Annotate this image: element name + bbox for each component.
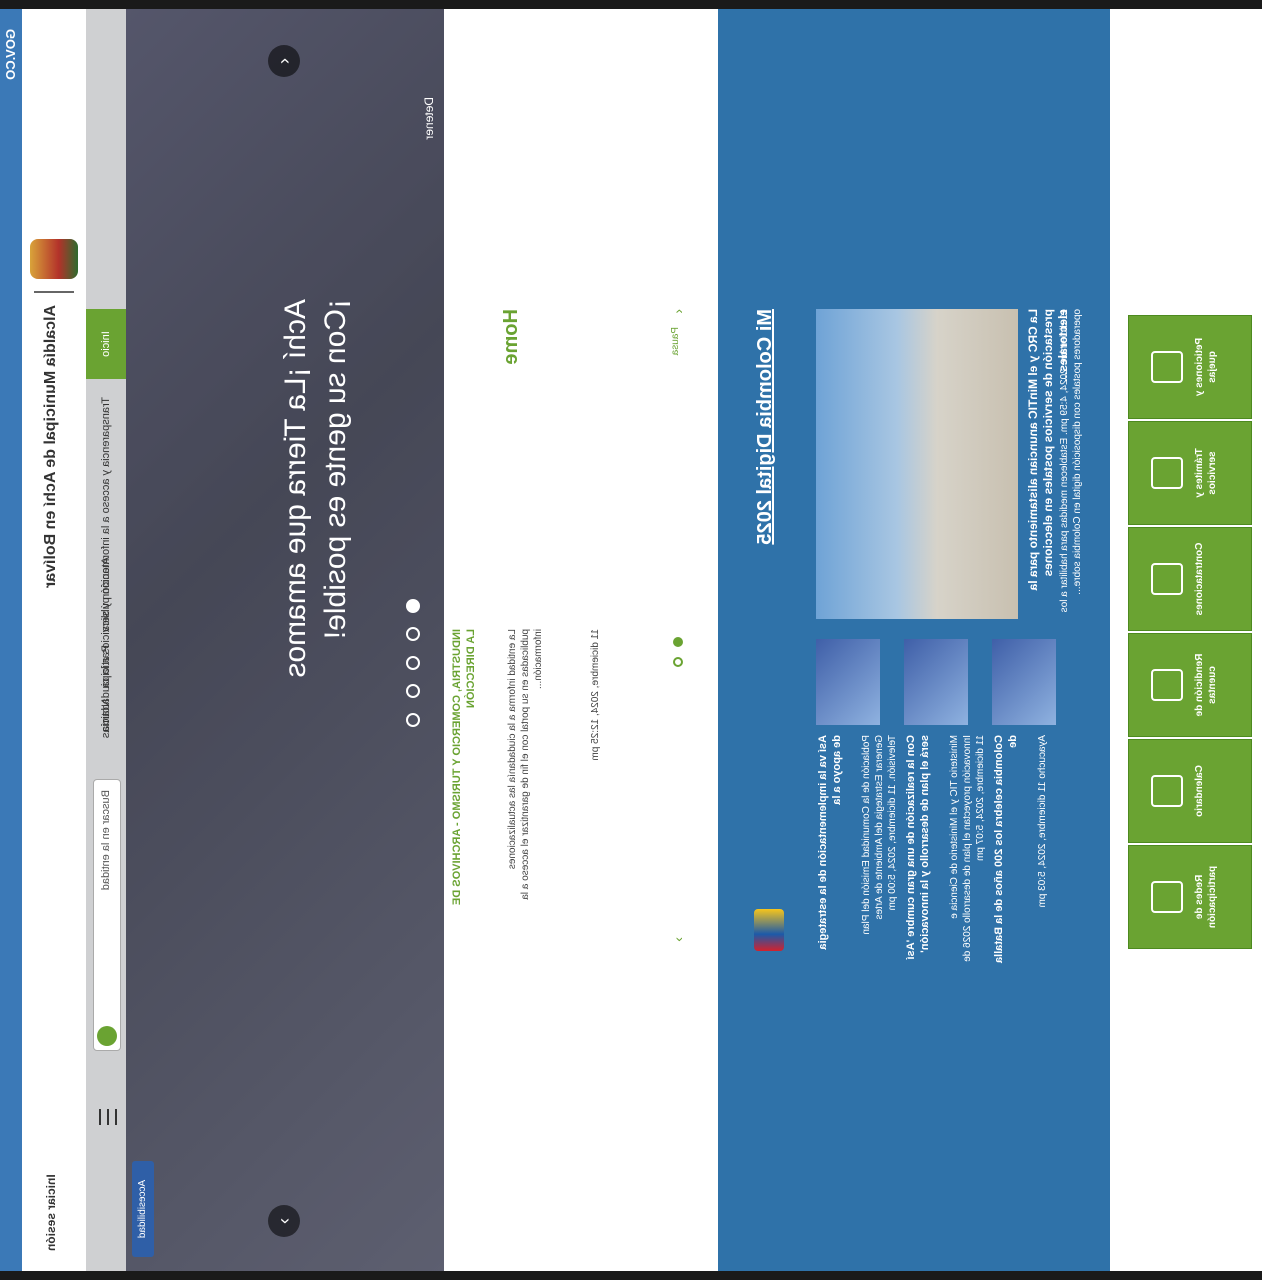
news-section-title: Home [500, 309, 522, 365]
service-tile-peticiones[interactable]: Peticiones y quejas [1128, 315, 1252, 419]
service-label: Trámites y servicios [1194, 448, 1218, 498]
login-link[interactable]: Iniciar sesión [44, 1174, 58, 1251]
card-title[interactable]: Así va la implementación de la estrategi… [816, 735, 844, 965]
card-body: Ayacucho 11 diciembre, 2024, 5:03 pm [1037, 735, 1048, 908]
gov-logo[interactable]: GOV.CO [3, 29, 18, 80]
card-thumbnail[interactable] [816, 639, 880, 725]
hero-headline-line2: ¡Con su gente es posible! [319, 299, 352, 640]
hero-headline: Achí ¡La Tierra que amamos ¡Con su gente… [276, 299, 356, 678]
brand-divider [34, 291, 74, 293]
news-pause-button[interactable]: Pausa [670, 327, 681, 355]
service-tile-redes[interactable]: Redes de participación [1128, 845, 1252, 949]
hero-carousel: Achí ¡La Tierra que amamos ¡Con su gente… [126, 9, 444, 1271]
mcd-heading[interactable]: Mi Colombia Digital 2025 [754, 309, 777, 545]
document-icon [1151, 351, 1183, 383]
service-label: Peticiones y quejas [1194, 337, 1218, 397]
carousel-pause-button[interactable]: Detener [422, 97, 436, 140]
brand-header: Alcaldía Municipal de Achí en Bolívar In… [22, 9, 86, 1271]
card-title[interactable]: Con la realización de una gran cumbre 'A… [904, 735, 932, 965]
carousel-dots [406, 599, 425, 737]
mi-colombia-digital-section: Mi Colombia Digital 2025 La CRC y el Min… [718, 9, 1110, 1271]
services-bar: Peticiones y quejas Trámites y servicios… [1110, 9, 1262, 1271]
hand-icon [1151, 881, 1183, 913]
service-label: Calendario [1194, 765, 1205, 817]
news-date: 11 diciembre, 2024, 12:25 pm [590, 629, 601, 761]
service-tile-calendario[interactable]: Calendario [1128, 739, 1252, 843]
news-next-icon[interactable]: › [670, 937, 686, 942]
chevron-icon [1151, 457, 1183, 489]
service-tile-tramites[interactable]: Trámites y servicios [1128, 421, 1252, 525]
carousel-dot-1[interactable] [406, 599, 420, 613]
news-page-dot-1[interactable] [673, 637, 683, 647]
nav-item-home[interactable]: Inicio [86, 309, 126, 379]
news-body: La entidad informa a la ciudadanía las a… [507, 629, 544, 900]
hero-headline-line1: Achí ¡La Tierra que amamos [279, 299, 312, 678]
card-thumbnail[interactable] [904, 639, 968, 725]
carousel-dot-5[interactable] [406, 712, 420, 727]
gov-topbar: GOV.CO [0, 9, 22, 1271]
search-placeholder: Buscar en la entidad [100, 790, 112, 891]
chart-icon [1151, 669, 1183, 701]
carousel-prev-icon[interactable]: ‹ [268, 45, 300, 77]
card-title[interactable]: Colombia celebra los 200 años de la Bata… [992, 735, 1020, 965]
nav-item-participa[interactable]: Participa [86, 645, 126, 688]
contract-icon [1151, 563, 1183, 595]
page: GOV.CO Alcaldía Municipal de Achí en Bol… [0, 9, 1262, 1271]
service-label: Rendición de cuentas [1194, 653, 1218, 717]
service-label: Contrataciones [1194, 542, 1205, 616]
service-tile-rendicion[interactable]: Rendición de cuentas [1128, 633, 1252, 737]
feature-body: 11 diciembre 2024, 4:59 pm. Establecen m… [1059, 309, 1083, 613]
carousel-dot-2[interactable] [406, 627, 420, 642]
card-body: Población de la Comunidad Emisión del Pl… [861, 735, 898, 935]
news-headline[interactable]: INDUSTRIA, COMERCIO Y TURISMO - ARCHIVOS… [450, 629, 478, 909]
menu-icon[interactable] [99, 1109, 117, 1125]
card-body: Ministerio TIC y el Ministerio de Cienci… [949, 735, 986, 962]
news-prev-icon[interactable]: ‹ [670, 309, 686, 314]
carousel-dot-4[interactable] [406, 684, 420, 699]
municipal-crest-icon [30, 239, 78, 279]
service-tile-contrataciones[interactable]: Contrataciones [1128, 527, 1252, 631]
nav-item-news[interactable]: Noticias [86, 699, 126, 738]
news-page-dot-2[interactable] [673, 657, 683, 668]
card-thumbnail[interactable] [992, 639, 1056, 725]
main-nav: Inicio Transparencia y acceso a la infor… [86, 9, 126, 1271]
calendar-icon [1151, 775, 1183, 807]
carousel-next-icon[interactable]: › [268, 1205, 300, 1237]
search-icon[interactable] [97, 1026, 117, 1046]
feature-image[interactable] [816, 309, 1018, 619]
news-section: Home INDUSTRIA, COMERCIO Y TURISMO - ARC… [444, 9, 718, 1271]
news-pager [670, 637, 688, 673]
service-label: Redes de participación [1194, 865, 1218, 929]
mcd-logo-icon [754, 909, 784, 951]
accessibility-toolbar[interactable]: Accesibilidad [132, 1161, 154, 1257]
carousel-dot-3[interactable] [406, 655, 420, 670]
site-title[interactable]: Alcaldía Municipal de Achí en Bolívar [42, 305, 60, 588]
search-input[interactable]: Buscar en la entidad [93, 779, 121, 1051]
